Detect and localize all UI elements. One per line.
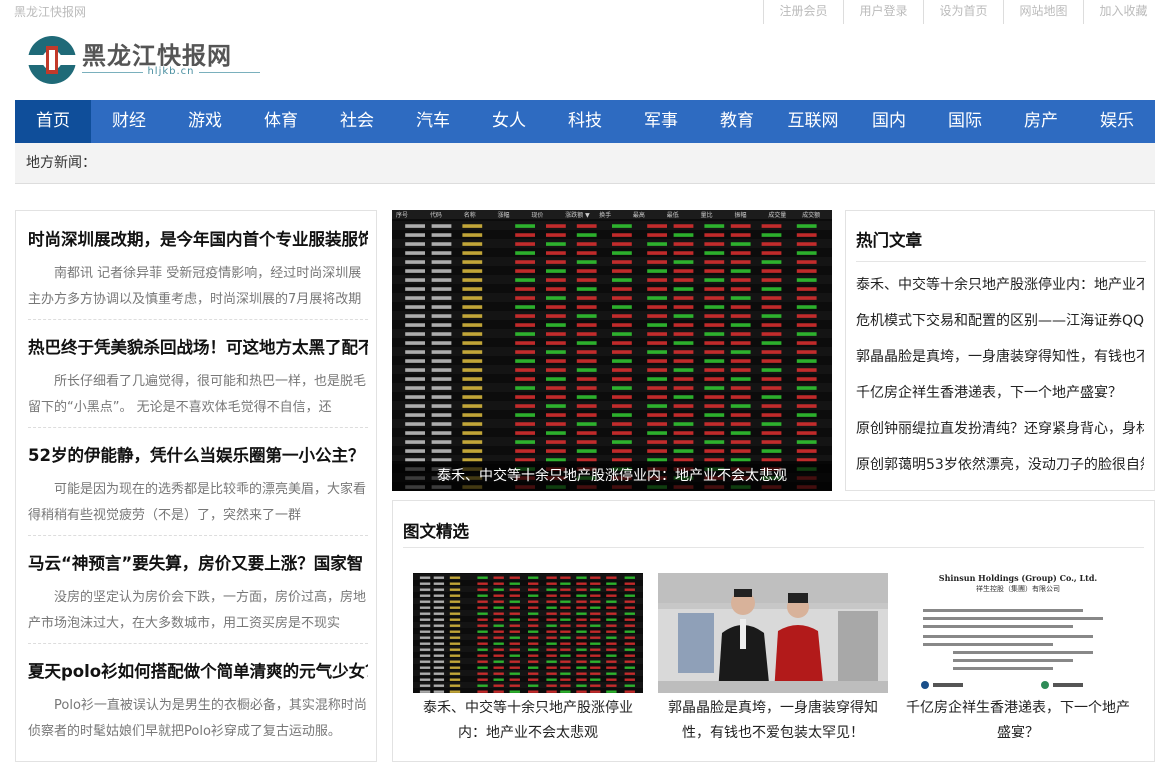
gallery-caption[interactable]: 泰禾、中交等十余只地产股涨停业内：地产业不会太悲观 [413,696,643,746]
site-logo[interactable]: 黑龙江快报网 hljkb.cn [26,32,266,88]
svg-text:序号: 序号 [396,211,408,219]
set-homepage-link[interactable]: 设为首页 [923,0,1003,24]
svg-text:代码: 代码 [430,211,442,219]
nav-item-entertainment[interactable]: 娱乐 [1079,100,1155,143]
nav-item-domestic[interactable]: 国内 [851,100,927,143]
sitemap-link[interactable]: 网站地图 [1003,0,1083,24]
nav-item-sports[interactable]: 体育 [243,100,319,143]
article-summary: Polo衫一直被误认为是男生的衣橱必备，其实混称时尚侦察者的时髦姑娘们早就把Po… [28,698,367,739]
article-title[interactable]: 52岁的伊能静，凭什么当娱乐圈第一小公主？ [28,443,368,469]
svg-text:成交额: 成交额 [802,211,820,219]
nav-item-education[interactable]: 教育 [699,100,775,143]
list-item[interactable]: 夏天polo衫如何搭配做个简单清爽的元气少女？ Polo衫一直被误认为是男生的衣… [28,659,368,745]
divider [28,643,368,644]
main-nav: 首页 财经 游戏 体育 社会 汽车 女人 科技 军事 教育 互联网 国内 国际 … [15,100,1155,143]
nav-item-society[interactable]: 社会 [319,100,395,143]
hot-article-link[interactable]: 泰禾、中交等十余只地产股涨停业内：地产业不会太悲观 [856,273,1144,309]
couple-photo [658,573,888,693]
hot-list: 泰禾、中交等十余只地产股涨停业内：地产业不会太悲观 危机模式下交易和配置的区别—… [856,273,1144,489]
article-title[interactable]: 时尚深圳展改期，是今年国内首个专业服装服饰 [28,227,368,253]
nav-item-finance[interactable]: 财经 [91,100,167,143]
article-summary: 可能是因为现在的选秀都是比较乖的漂亮美眉，大家看得稍稍有些视觉疲劳（不是）了，突… [28,482,367,523]
hot-article-link[interactable]: 原创郭蔼明53岁依然漂亮，没动刀子的脸很自然 [856,453,1144,489]
gallery-caption[interactable]: 郭晶晶脸是真垮，一身唐装穿得知性，有钱也不爱包装太罕见！ [658,696,888,746]
nav-item-auto[interactable]: 汽车 [395,100,471,143]
gallery-item[interactable]: 泰禾、中交等十余只地产股涨停业内：地产业不会太悲观 [413,573,643,746]
gallery-thumbnail[interactable] [658,573,888,693]
hot-article-link[interactable]: 郭晶晶脸是真垮，一身唐装穿得知性，有钱也不 [856,345,1144,381]
article-summary: 没房的坚定认为房价会下跌，一方面，房价过高，房地产市场泡沫过大，在大多数城市，用… [28,590,367,631]
svg-text:振幅: 振幅 [734,211,746,219]
add-favorite-link[interactable]: 加入收藏 [1083,0,1163,24]
hot-articles-title: 热门文章 [856,231,922,250]
divider [403,547,1144,548]
gallery-item[interactable]: 郭晶晶脸是真垮，一身唐装穿得知性，有钱也不爱包装太罕见！ [658,573,888,746]
article-list: 时尚深圳展改期，是今年国内首个专业服装服饰 南都讯 记者徐异菲 受新冠疫情影响，… [15,210,377,762]
slide-caption[interactable]: 泰禾、中交等十余只地产股涨停业内：地产业不会太悲观 [392,461,832,491]
nav-item-games[interactable]: 游戏 [167,100,243,143]
list-item[interactable]: 时尚深圳展改期，是今年国内首个专业服装服饰 南都讯 记者徐异菲 受新冠疫情影响，… [28,227,368,320]
stock-table-image: 序号 代码 名称 涨幅 现价 涨跌额 ▼ 换手 最高 最低 量比 振幅 成交量 成交额 [392,210,832,491]
svg-text:最高: 最高 [633,211,645,219]
logo-domain-text: hljkb.cn [143,66,199,77]
logo-domain: hljkb.cn [82,66,260,77]
nav-item-women[interactable]: 女人 [471,100,547,143]
hot-article-link[interactable]: 千亿房企祥生香港递表，下一个地产盛宴？ [856,381,1144,417]
svg-text:名称: 名称 [464,211,476,219]
prospectus-cover-image [921,609,1103,689]
nav-item-international[interactable]: 国际 [927,100,1003,143]
nav-item-tech[interactable]: 科技 [547,100,623,143]
login-link[interactable]: 用户登录 [843,0,923,24]
divider [856,261,1146,262]
divider [28,427,368,428]
article-title[interactable]: 夏天polo衫如何搭配做个简单清爽的元气少女？ [28,659,368,685]
svg-text:现价: 现价 [531,212,543,219]
local-news-bar: 地方新闻： [15,143,1155,184]
nav-item-realestate[interactable]: 房产 [1003,100,1079,143]
svg-text:换手: 换手 [599,211,611,219]
featured-slide[interactable]: 序号 代码 名称 涨幅 现价 涨跌额 ▼ 换手 最高 最低 量比 振幅 成交量 成交额 泰禾、中交等十余… [392,210,832,491]
article-summary: 所长仔细看了几遍觉得，很可能和热巴一样，也是脱毛留下的“小黑点”。 无论是不喜欢… [28,374,367,415]
nav-item-internet[interactable]: 互联网 [775,100,851,143]
nav-item-military[interactable]: 军事 [623,100,699,143]
svg-text:涨跌额 ▼: 涨跌额 ▼ [565,211,590,219]
local-news-label: 地方新闻： [26,155,96,171]
gallery-item[interactable]: Shinsun Holdings (Group) Co., Ltd. 祥生控股（… [903,573,1133,746]
logo-emblem-icon [28,36,76,84]
nav-item-home[interactable]: 首页 [15,100,91,143]
gallery-caption[interactable]: 千亿房企祥生香港递表，下一个地产盛宴？ [903,696,1133,746]
divider [28,535,368,536]
svg-text:最低: 最低 [667,211,679,219]
top-bar: 黑龙江快报网 注册会员 用户登录 设为首页 网站地图 加入收藏 [0,0,1163,24]
svg-text:涨幅: 涨幅 [498,211,510,219]
register-link[interactable]: 注册会员 [763,0,843,24]
site-name-small: 黑龙江快报网 [14,5,87,19]
hot-articles: 热门文章 泰禾、中交等十余只地产股涨停业内：地产业不会太悲观 危机模式下交易和配… [845,210,1155,491]
stock-table-thumbnail [413,573,643,693]
article-summary: 南都讯 记者徐异菲 受新冠疫情影响，经过时尚深圳展主办方多方协调以及慎重考虑，时… [28,266,362,307]
divider [28,319,368,320]
article-title[interactable]: 热巴终于凭美貌杀回战场！可这地方太黑了配不 [28,335,368,361]
gallery-thumbnail[interactable] [413,573,643,693]
top-links: 注册会员 用户登录 设为首页 网站地图 加入收藏 [763,0,1163,24]
list-item[interactable]: 52岁的伊能静，凭什么当娱乐圈第一小公主？ 可能是因为现在的选秀都是比较乖的漂亮… [28,443,368,536]
article-title[interactable]: 马云“神预言”要失算，房价又要上涨？国家智 [28,551,368,577]
gallery-title: 图文精选 [403,522,469,541]
list-item[interactable]: 马云“神预言”要失算，房价又要上涨？国家智 没房的坚定认为房价会下跌，一方面，房… [28,551,368,644]
list-item[interactable]: 热巴终于凭美貌杀回战场！可这地方太黑了配不 所长仔细看了几遍觉得，很可能和热巴一… [28,335,368,428]
gallery-thumbnail[interactable]: Shinsun Holdings (Group) Co., Ltd. 祥生控股（… [903,573,1133,693]
hot-article-link[interactable]: 原创钟丽缇拉直发扮清纯？还穿紧身背心，身材 [856,417,1144,453]
svg-text:成交量: 成交量 [768,211,786,219]
svg-text:量比: 量比 [701,211,713,219]
hot-article-link[interactable]: 危机模式下交易和配置的区别——江海证券QQ [856,309,1144,345]
photo-gallery: 图文精选 泰禾、中交等十余只地产股涨停业内：地产业不会太悲观 郭晶晶脸是真垮，一… [392,500,1155,762]
